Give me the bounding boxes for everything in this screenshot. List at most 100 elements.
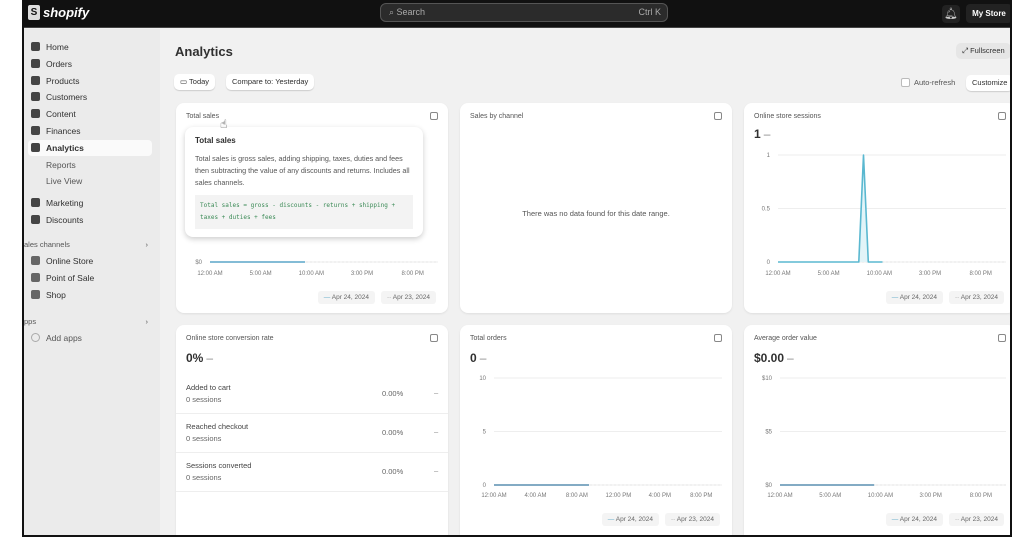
chevron-right-icon: › (145, 240, 149, 249)
y-tick-label: 1 (767, 153, 771, 159)
sales-channels-section[interactable]: ales channels › (24, 240, 152, 249)
card-title[interactable]: Sales by channel (470, 113, 523, 120)
sidebar-item-marketing[interactable]: Marketing (28, 195, 152, 211)
sidebar-item-reports[interactable]: Reports (28, 157, 152, 173)
x-tick-label: 12:00 AM (481, 493, 506, 499)
tooltip-title: Total sales (195, 136, 236, 145)
sidebar-item-live-view[interactable]: Live View (28, 173, 152, 189)
analytics-icon (31, 142, 40, 152)
explore-report-icon[interactable] (714, 112, 722, 120)
chevron-right-icon: › (145, 317, 149, 326)
legend-current[interactable]: Apr 24, 2024 (601, 513, 659, 526)
sidebar-item-label: Marketing (46, 198, 84, 209)
y-tick-label: 0.5 (762, 207, 771, 213)
plus-circle-icon (31, 333, 40, 342)
sidebar-channel-online-store[interactable]: Online Store (28, 253, 152, 269)
sidebar-item-content[interactable]: Content (28, 106, 152, 122)
sidebar-item-label: Orders (46, 58, 72, 69)
channel-icon (31, 273, 40, 282)
search-icon: ⌕ (389, 7, 397, 17)
x-tick-label: 8:00 PM (401, 271, 423, 277)
sidebar-item-finances[interactable]: Finances (28, 123, 152, 139)
auto-refresh-checkbox[interactable] (901, 78, 910, 87)
sidebar-item-label: Products (46, 75, 80, 86)
step-sessions: 0 sessions (186, 434, 222, 443)
step-label: Added to cart (186, 383, 231, 392)
sidebar-item-analytics[interactable]: Analytics (28, 139, 152, 156)
chart-legend: Apr 24, 2024 Apr 23, 2024 (885, 291, 1004, 304)
x-tick-label: 8:00 PM (970, 493, 992, 499)
legend-previous[interactable]: Apr 23, 2024 (664, 513, 720, 526)
y-tick-label: 5 (483, 430, 487, 436)
discounts-icon (31, 215, 40, 224)
legend-current[interactable]: Apr 24, 2024 (885, 513, 943, 526)
x-tick-label: 10:00 AM (867, 271, 892, 277)
y-tick-label: 10 (479, 376, 486, 382)
x-tick-label: 4:00 PM (649, 493, 671, 499)
sidebar-channel-point-of-sale[interactable]: Point of Sale (28, 270, 152, 286)
y-tick-label: $5 (765, 430, 772, 436)
legend-previous[interactable]: Apr 23, 2024 (948, 291, 1004, 304)
auto-refresh-toggle[interactable]: Auto-refresh (901, 78, 955, 87)
chart-legend: Apr 24, 2024 Apr 23, 2024 (601, 513, 720, 526)
conversion-rate-card: Online store conversion rate 0% – Added t… (176, 325, 448, 535)
x-tick-label: 8:00 PM (690, 493, 712, 499)
step-change: – (434, 388, 439, 397)
step-change: – (434, 466, 439, 475)
x-tick-label: 4:00 AM (524, 493, 546, 499)
date-range-button[interactable]: ▭ Today (174, 74, 216, 90)
shopify-bag-icon: S (28, 5, 40, 20)
change-indicator: – (206, 351, 214, 365)
top-bar: Sshopify ⌕ Search Ctrl K 🔔︎ My Store (24, 0, 1010, 28)
x-tick-label: 3:00 PM (919, 493, 941, 499)
sessions-chart: 0 0.5 1 12:00 AM 5:00 AM 10:00 AM 3:00 PM 8:00 … (762, 153, 1006, 277)
customize-button[interactable]: Customize (966, 75, 1010, 91)
x-tick-label: 12:00 AM (767, 493, 792, 499)
empty-state-message: There was no data found for this date ra… (522, 209, 670, 218)
card-title[interactable]: Online store conversion rate (186, 335, 274, 342)
sidebar-channel-shop[interactable]: Shop (28, 287, 152, 303)
sidebar-item-discounts[interactable]: Discounts (28, 212, 152, 228)
sidebar-item-label: Analytics (46, 142, 84, 153)
products-icon (31, 75, 40, 85)
shopify-logo[interactable]: Sshopify (28, 5, 89, 20)
sidebar-item-customers[interactable]: Customers (28, 89, 152, 105)
sidebar-item-label: Reports (46, 159, 76, 170)
sidebar-item-home[interactable]: Home (28, 39, 152, 55)
y-tick-label: $0 (195, 260, 202, 266)
section-label: ales channels (24, 240, 70, 249)
search-placeholder: Search (396, 7, 426, 17)
sidebar-item-orders[interactable]: Orders (28, 56, 152, 72)
explore-report-icon[interactable] (430, 334, 438, 342)
sidebar-item-label: Point of Sale (46, 273, 95, 283)
compare-button[interactable]: Compare to: Yesterday (226, 74, 315, 90)
bell-icon[interactable]: 🔔︎ (942, 5, 960, 23)
add-apps-button[interactable]: Add apps (28, 330, 152, 346)
legend-previous[interactable]: Apr 23, 2024 (948, 513, 1004, 526)
sidebar-item-label: Discounts (46, 215, 84, 225)
x-tick-label: 8:00 PM (969, 271, 991, 277)
step-sessions: 0 sessions (186, 395, 222, 404)
fullscreen-button[interactable]: ⤢ Fullscreen (956, 43, 1010, 59)
marketing-icon (31, 198, 40, 208)
legend-current[interactable]: Apr 24, 2024 (317, 291, 375, 304)
x-tick-label: 10:00 AM (868, 493, 893, 499)
app-window: Sshopify ⌕ Search Ctrl K 🔔︎ My Store Home… (22, 0, 1012, 537)
customers-icon (31, 92, 40, 102)
x-tick-label: 8:00 AM (566, 493, 588, 499)
legend-current[interactable]: Apr 24, 2024 (885, 291, 943, 304)
store-menu-button[interactable]: My Store (966, 4, 1010, 23)
tooltip: Total sales Total sales is gross sales, … (185, 127, 423, 237)
sidebar-item-label: Add apps (46, 333, 82, 343)
chart-legend: Apr 24, 2024 Apr 23, 2024 (885, 513, 1004, 526)
search-input[interactable]: ⌕ Search Ctrl K (380, 3, 668, 22)
step-label: Reached checkout (186, 422, 249, 431)
step-percentage: 0.00% (382, 389, 404, 398)
total-orders-chart: 0 5 10 12:00 AM 4:00 AM 8:00 AM 12:00 PM 4:00 P… (479, 376, 722, 499)
channel-icon (31, 290, 40, 299)
apps-section[interactable]: pps › (24, 317, 152, 326)
expand-icon: ⤢ (962, 46, 971, 55)
sidebar-item-products[interactable]: Products (28, 73, 152, 89)
legend-previous[interactable]: Apr 23, 2024 (380, 291, 436, 304)
sidebar-item-label: Customers (46, 92, 88, 103)
